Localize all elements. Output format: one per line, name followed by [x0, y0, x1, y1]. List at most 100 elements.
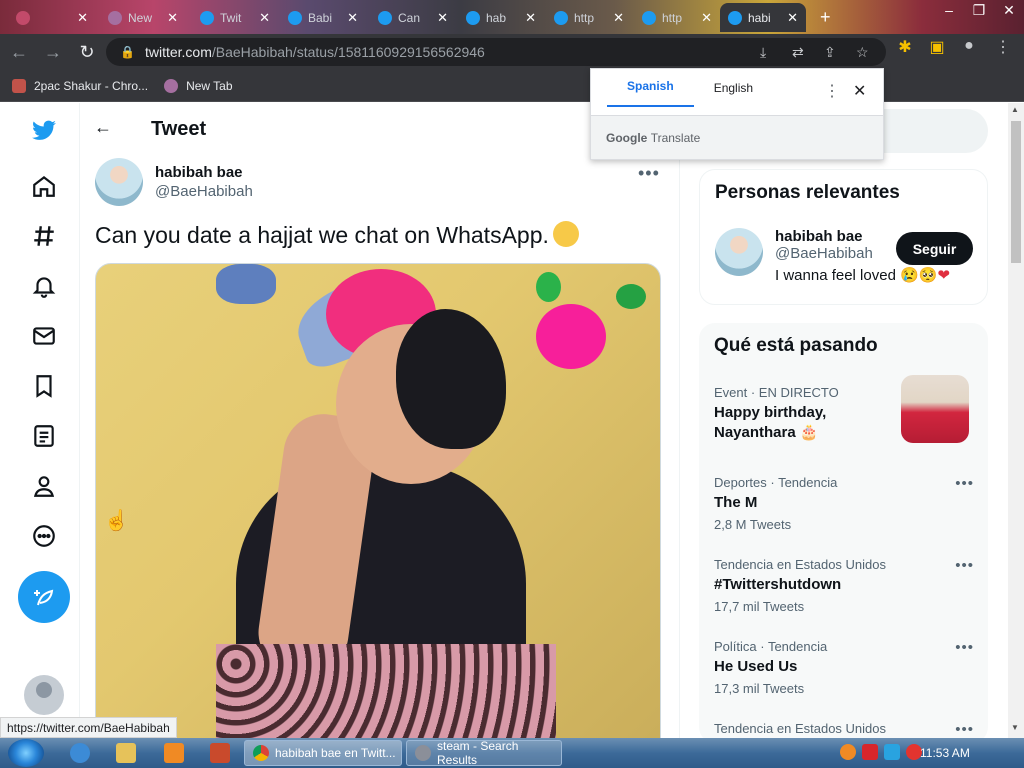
tweet-more-icon[interactable]: •••	[638, 163, 660, 184]
browser-tab[interactable]: New ✕	[100, 3, 186, 32]
author-avatar[interactable]	[95, 158, 143, 206]
trend-item[interactable]: Tendencia en Estados Unidos •••	[714, 721, 974, 738]
profile-avatar-icon[interactable]: ●	[954, 37, 984, 55]
file-explorer-icon[interactable]	[116, 743, 136, 763]
trend-more-icon[interactable]: •••	[955, 557, 974, 574]
download-icon[interactable]: ⤓	[760, 44, 766, 61]
translate-icon[interactable]: ⇄	[792, 44, 804, 61]
system-tray	[840, 744, 922, 760]
translate-close-icon[interactable]: ✕	[853, 81, 866, 101]
scroll-down-arrow-icon[interactable]: ▼	[1011, 723, 1019, 732]
trend-more-icon[interactable]: •••	[955, 475, 974, 492]
twitter-favicon-icon	[288, 10, 302, 25]
twitter-favicon-icon	[642, 10, 656, 25]
twitter-favicon-icon	[200, 10, 214, 25]
link-status-bubble: https://twitter.com/BaeHabibah	[0, 717, 177, 738]
feather-plus-icon	[34, 589, 54, 606]
tab-close-icon[interactable]: ✕	[347, 10, 358, 26]
trend-item[interactable]: Tendencia en Estados Unidos #Twittershut…	[714, 557, 974, 614]
author-handle[interactable]: @BaeHabibah	[155, 183, 253, 200]
notifications-bell-icon[interactable]	[22, 264, 66, 308]
explore-hashtag-icon[interactable]	[22, 214, 66, 258]
trend-item[interactable]: Deportes · Tendencia The M 2,8 M Tweets …	[714, 475, 974, 532]
twitter-favicon-icon	[728, 10, 742, 25]
lock-icon: 🔒	[120, 45, 135, 59]
browser-tab-active[interactable]: habi ✕	[720, 3, 806, 32]
trend-more-icon[interactable]: •••	[955, 721, 974, 738]
window-close-icon[interactable]: ✕	[994, 0, 1024, 30]
lists-icon[interactable]	[22, 414, 66, 458]
chrome-icon	[253, 745, 269, 761]
more-options-circle-icon[interactable]	[22, 514, 66, 558]
tab-close-icon[interactable]: ✕	[167, 10, 178, 26]
taskbar-window-chrome[interactable]: habibah bae en Twitt...	[244, 740, 402, 766]
trend-more-icon[interactable]: •••	[955, 639, 974, 656]
tray-flag-icon[interactable]	[862, 744, 878, 760]
browser-tab[interactable]: http ✕	[634, 3, 720, 32]
tab-close-icon[interactable]: ✕	[701, 10, 712, 26]
browser-tab[interactable]: Babi ✕	[280, 3, 366, 32]
new-tab-button[interactable]: +	[812, 3, 842, 32]
start-button[interactable]	[8, 739, 44, 767]
page-scrollbar[interactable]: ▲ ▼	[1008, 103, 1024, 738]
bookmark-item[interactable]: New Tab	[164, 78, 233, 93]
tray-network-icon[interactable]	[884, 744, 900, 760]
browser-tab[interactable]: ✕	[8, 3, 96, 32]
tab-close-icon[interactable]: ✕	[787, 10, 798, 26]
windows-taskbar: habibah bae en Twitt... steam - Search R…	[0, 738, 1024, 768]
url-host: twitter.com	[144, 44, 212, 60]
tab-close-icon[interactable]: ✕	[437, 10, 448, 26]
tweet-author[interactable]: habibah bae @BaeHabibah	[95, 158, 253, 206]
share-icon[interactable]: ⇪	[824, 44, 836, 61]
address-bar[interactable]: 🔒 twitter.com/BaeHabibah/status/15811609…	[106, 38, 886, 66]
home-icon[interactable]	[22, 164, 66, 208]
right-sidebar: Personas relevantes habibah bae @BaeHabi…	[681, 103, 1008, 738]
bookmark-star-icon[interactable]: ☆	[856, 44, 869, 61]
translate-target-language-tab[interactable]: English	[694, 81, 773, 107]
author-name[interactable]: habibah bae	[155, 164, 253, 181]
back-arrow-icon[interactable]: ←	[4, 37, 34, 67]
media-player-icon[interactable]	[164, 743, 184, 763]
tab-close-icon[interactable]: ✕	[525, 10, 536, 26]
translate-options-icon[interactable]: ⋮	[824, 81, 840, 101]
profile-person-icon[interactable]	[22, 464, 66, 508]
twitter-logo-icon[interactable]	[22, 109, 66, 153]
person-bio: I wanna feel loved 😢🥺❤	[775, 267, 951, 284]
minimize-icon[interactable]: –	[934, 0, 964, 30]
translate-source-language-tab[interactable]: Spanish	[607, 79, 694, 107]
maximize-icon[interactable]: ❐	[964, 0, 994, 30]
browser-tab[interactable]: Can ✕	[370, 3, 456, 32]
forward-arrow-icon[interactable]: →	[38, 37, 68, 67]
tab-close-icon[interactable]: ✕	[613, 10, 624, 26]
internet-explorer-icon[interactable]	[70, 743, 90, 763]
reload-icon[interactable]: ↻	[72, 37, 102, 67]
follow-button[interactable]: Seguir	[896, 232, 973, 265]
app-icon[interactable]	[210, 743, 230, 763]
tab-close-icon[interactable]: ✕	[259, 10, 270, 26]
taskbar-window-steam[interactable]: steam - Search Results	[406, 739, 562, 767]
compose-tweet-button[interactable]	[18, 571, 70, 623]
account-avatar[interactable]	[24, 675, 64, 715]
taskbar-clock[interactable]: 11:53 AM	[920, 746, 970, 760]
scrollbar-thumb[interactable]	[1011, 121, 1021, 263]
tab-close-icon[interactable]: ✕	[77, 10, 88, 26]
browser-tab[interactable]: hab ✕	[458, 3, 544, 32]
back-arrow-icon[interactable]: ←	[94, 117, 112, 138]
person-avatar[interactable]	[715, 228, 763, 276]
browser-tab[interactable]: Twit ✕	[192, 3, 278, 32]
relevant-people-title: Personas relevantes	[715, 182, 900, 203]
scroll-up-arrow-icon[interactable]: ▲	[1011, 105, 1019, 114]
browser-tab[interactable]: http ✕	[546, 3, 632, 32]
trend-item[interactable]: Política · Tendencia He Used Us 17,3 mil…	[714, 639, 974, 696]
messages-envelope-icon[interactable]	[22, 314, 66, 358]
tweet-photo[interactable]	[95, 263, 661, 738]
twitter-page: ← Tweet habibah bae @BaeHabibah ••• Can …	[0, 103, 1008, 738]
left-navigation	[0, 103, 80, 738]
trend-thumbnail[interactable]	[901, 375, 969, 443]
bookmarks-icon[interactable]	[22, 364, 66, 408]
extensions-puzzle-icon[interactable]: ✱	[890, 37, 920, 57]
side-panel-icon[interactable]: ▣	[922, 37, 952, 57]
browser-menu-icon[interactable]: ⋮	[988, 37, 1018, 57]
bookmark-item[interactable]: 2pac Shakur - Chro...	[12, 78, 148, 93]
tray-search-icon[interactable]	[840, 744, 856, 760]
